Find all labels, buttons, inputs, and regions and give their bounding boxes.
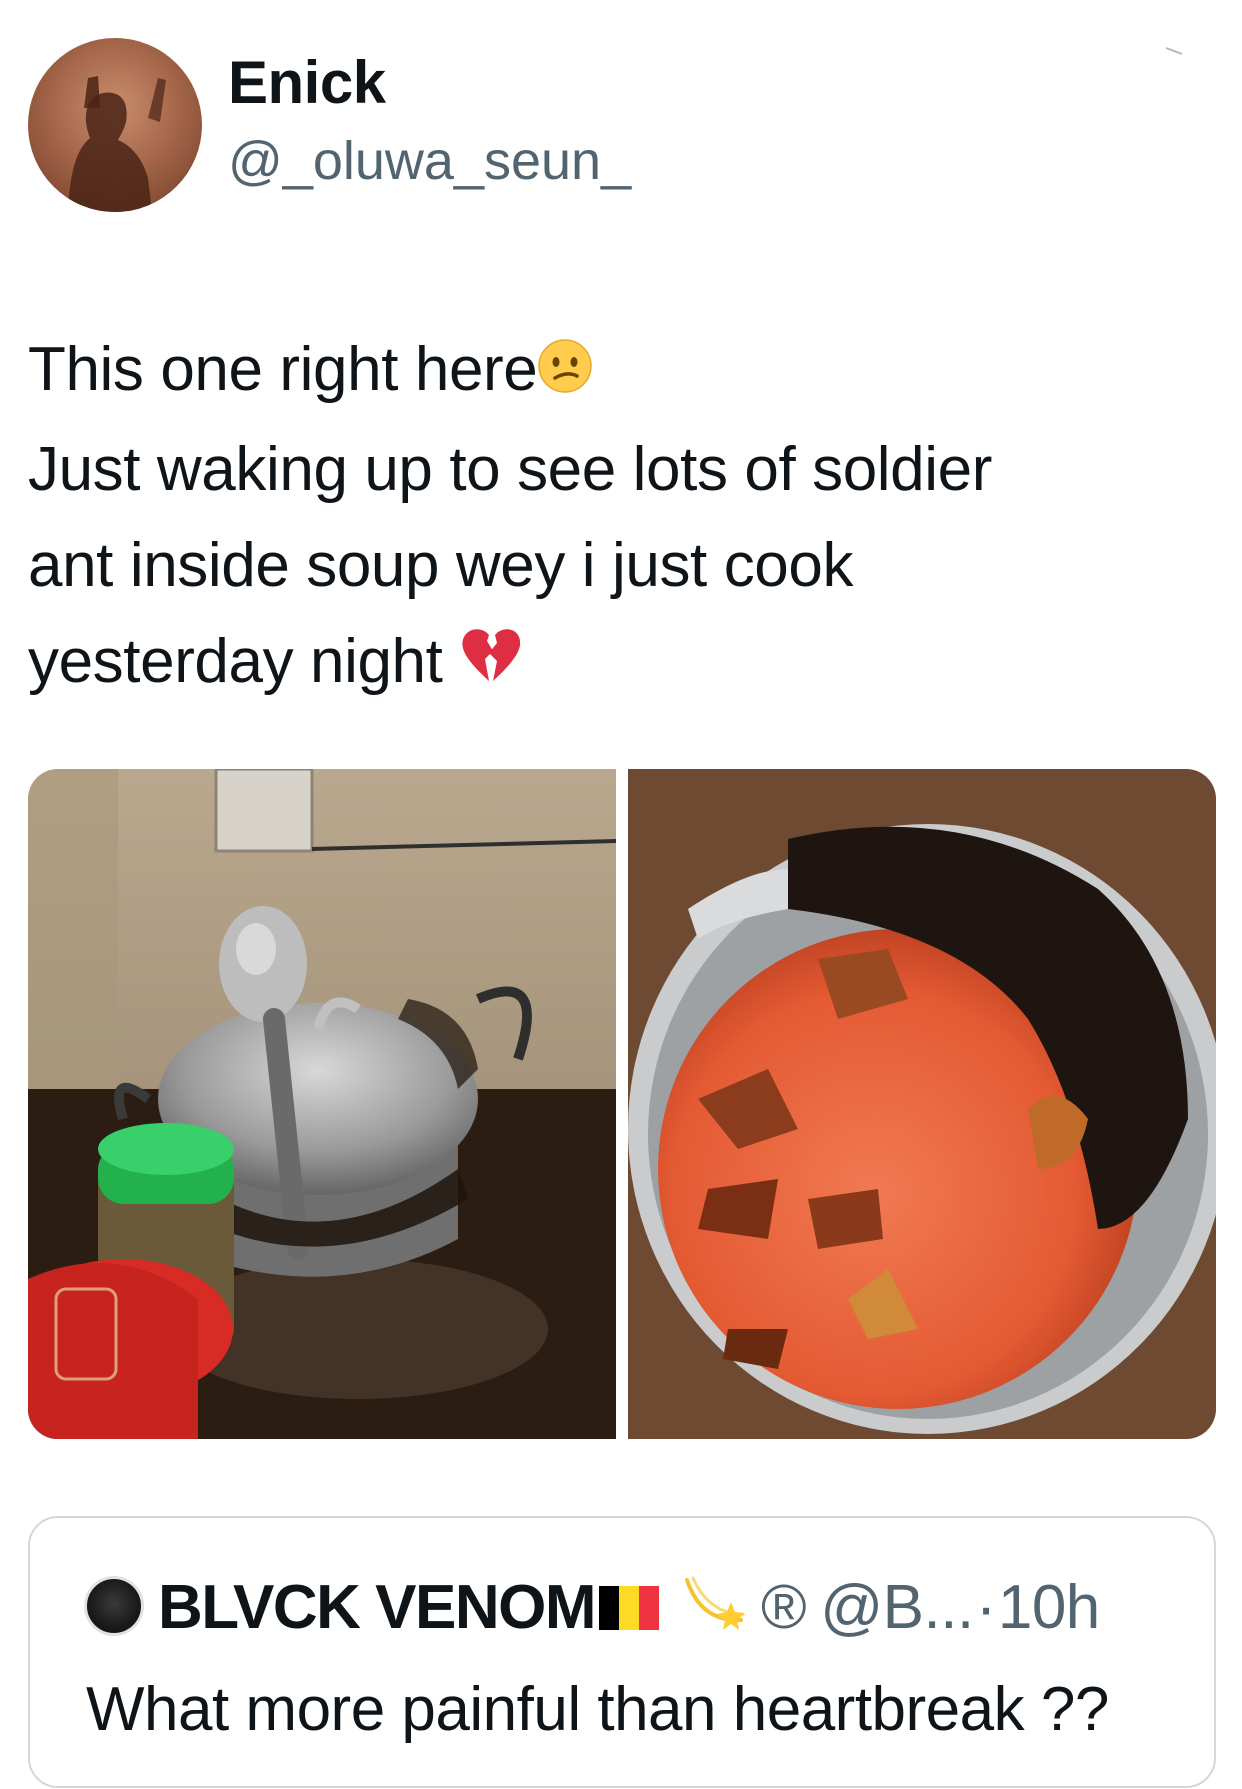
tweet-text: This one right here Just waking up to se… [28, 322, 1208, 713]
quoted-tweet[interactable]: BLVCK VENOM ® @B... · 10h What more pain… [28, 1516, 1216, 1788]
author-avatar[interactable] [28, 38, 202, 212]
quoted-tweet-header: BLVCK VENOM ® @B... · 10h [158, 1570, 1100, 1646]
photo-pot-covered-in-ants[interactable] [28, 769, 616, 1439]
belgium-flag-icon [599, 1586, 660, 1630]
quoted-author-name[interactable]: BLVCK VENOM [158, 1572, 597, 1644]
silhouette-photo [68, 76, 166, 212]
author-display-name[interactable]: Enick [228, 48, 386, 117]
tweet-media[interactable] [28, 769, 1216, 1439]
quoted-author-avatar[interactable] [84, 1576, 144, 1636]
quoted-tweet-text: What more painful than heartbreak ?? [86, 1675, 1109, 1744]
meta-separator: · [975, 1573, 997, 1642]
tweet-line: Just waking up to see lots of soldier [28, 434, 992, 504]
tweet-line-text: This one right here [28, 335, 538, 404]
quoted-tweet-time[interactable]: 10h [998, 1572, 1100, 1644]
tweet-line: yesterday night [28, 614, 1208, 714]
registered-badge: ® [761, 1573, 807, 1642]
dizzy-star-icon [681, 1570, 751, 1646]
caret-icon[interactable] [1162, 46, 1186, 56]
confused-face-icon [537, 326, 593, 422]
photo-soup-with-ants[interactable] [628, 769, 1216, 1439]
broken-heart-icon [459, 617, 523, 713]
tweet-line: ant inside soup wey i just cook [28, 530, 854, 600]
quoted-author-handle[interactable]: @B... [820, 1572, 974, 1644]
tweet-line: This one right here [28, 322, 1208, 422]
author-handle[interactable]: @_oluwa_seun_ [228, 130, 631, 192]
tweet-line-text: yesterday night [28, 626, 443, 696]
